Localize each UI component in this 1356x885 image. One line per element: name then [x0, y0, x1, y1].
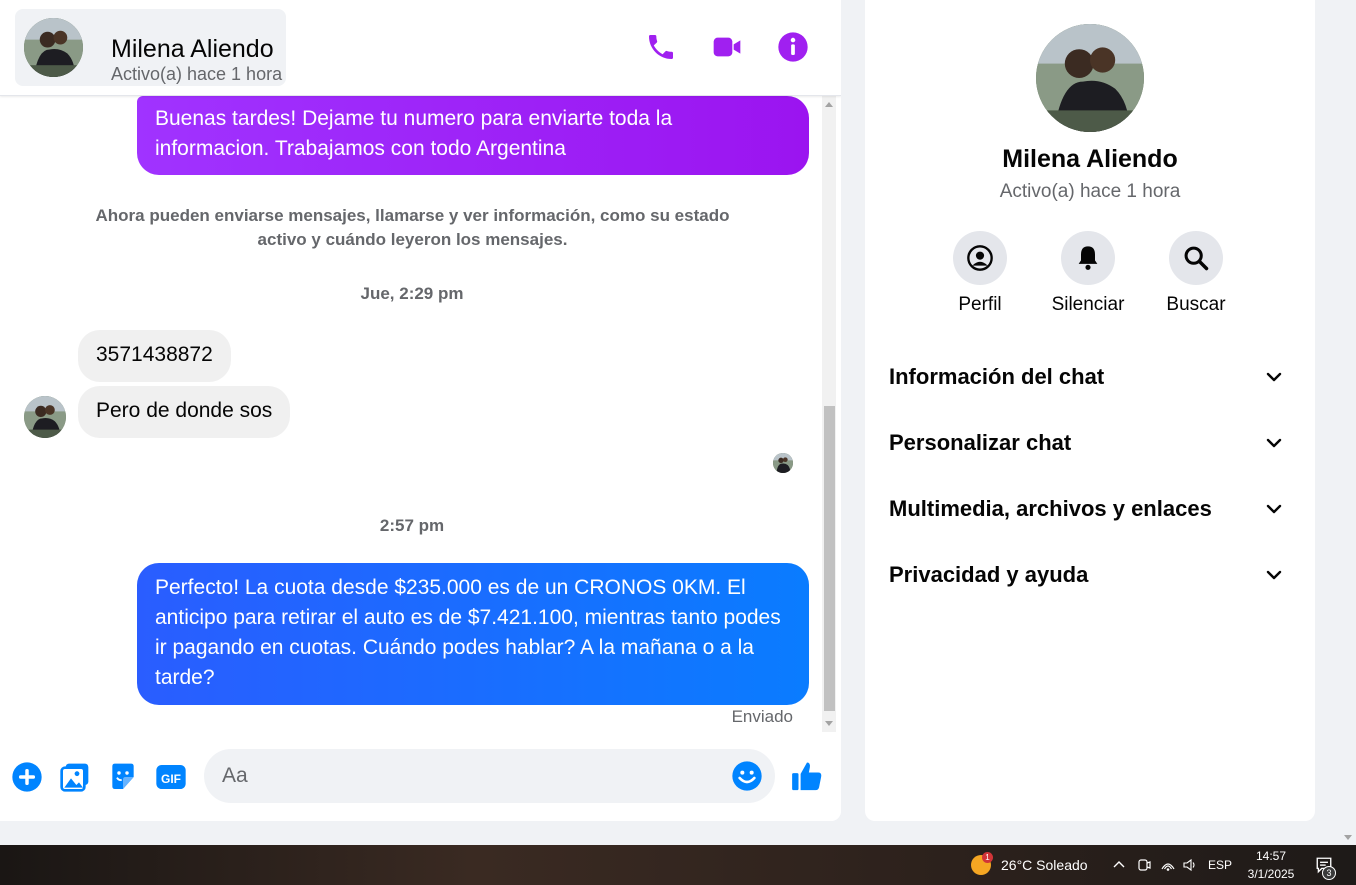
clock-time[interactable]: 14:57	[1240, 849, 1302, 863]
emoji-icon[interactable]	[731, 760, 763, 792]
chat-header: Milena Aliendo Activo(a) hace 1 hora	[0, 0, 841, 96]
sticker-icon[interactable]	[107, 761, 139, 793]
wifi-icon[interactable]	[1160, 857, 1176, 873]
profile-button-label: Perfil	[958, 294, 1002, 315]
message-input[interactable]	[222, 759, 722, 793]
outgoing-message[interactable]: Buenas tardes! Dejame tu numero para env…	[137, 96, 809, 175]
scroll-thumb[interactable]	[824, 406, 835, 711]
read-receipt-avatar	[773, 453, 793, 473]
message-input-wrapper	[204, 749, 775, 803]
clock-date[interactable]: 3/1/2025	[1240, 867, 1302, 881]
search-button-circle	[1169, 231, 1223, 285]
mute-button-circle	[1061, 231, 1115, 285]
search-icon	[1184, 246, 1209, 271]
profile-icon	[967, 245, 993, 271]
chevron-down-icon	[1266, 570, 1282, 580]
svg-text:GIF: GIF	[161, 772, 181, 786]
incoming-message[interactable]: Pero de donde sos	[78, 386, 291, 438]
windows-taskbar: 1 26°C Soleado ESP 14:57 3/1/2025 3	[0, 845, 1356, 885]
message-list[interactable]: Buenas tardes! Dejame tu numero para env…	[0, 96, 822, 733]
section-title: Multimedia, archivos y enlaces	[889, 496, 1212, 521]
section-title: Privacidad y ayuda	[889, 562, 1089, 587]
scroll-down-arrow[interactable]	[1344, 835, 1352, 840]
info-icon[interactable]	[777, 31, 809, 63]
profile-button-circle	[953, 231, 1007, 285]
volume-icon[interactable]	[1182, 857, 1198, 873]
profile-avatar[interactable]	[1036, 24, 1144, 132]
section-title: Personalizar chat	[889, 430, 1072, 455]
page-scrollbar[interactable]	[1339, 0, 1356, 845]
notification-count: 3	[1322, 866, 1336, 880]
sender-avatar[interactable]	[24, 396, 66, 438]
message-scrollbar[interactable]	[822, 96, 836, 732]
plus-icon[interactable]	[11, 761, 43, 793]
phone-icon[interactable]	[645, 31, 677, 63]
like-icon[interactable]	[790, 759, 824, 793]
contact-status: Activo(a) hace 1 hora	[111, 64, 283, 84]
bell-icon	[1078, 246, 1098, 270]
section-media-files-links[interactable]: Multimedia, archivos y enlaces	[875, 479, 1305, 539]
contact-name: Milena Aliendo	[111, 35, 274, 63]
incoming-message[interactable]: 3571438872	[78, 330, 231, 382]
avatar	[24, 18, 83, 77]
scroll-up-arrow[interactable]	[825, 102, 833, 107]
system-note: Ahora pueden enviarse mensajes, llamarse…	[95, 206, 730, 249]
weather-text[interactable]: 26°C Soleado	[1001, 857, 1088, 873]
contact-header-button[interactable]: Milena Aliendo Activo(a) hace 1 hora	[15, 9, 286, 86]
search-button-label: Buscar	[1166, 294, 1226, 315]
chevron-down-icon	[1266, 372, 1282, 382]
chat-panel: Milena Aliendo Activo(a) hace 1 hora Bue…	[0, 0, 841, 821]
meet-now-icon[interactable]	[1136, 857, 1152, 873]
conversation-info-panel: Milena Aliendo Activo(a) hace 1 hora Per…	[865, 0, 1315, 821]
section-chat-info[interactable]: Información del chat	[875, 347, 1305, 407]
language-indicator[interactable]: ESP	[1207, 858, 1233, 872]
sent-status: Enviado	[731, 707, 793, 726]
profile-name: Milena Aliendo	[1002, 145, 1178, 173]
mute-button-label: Silenciar	[1051, 294, 1125, 315]
outgoing-message[interactable]: Perfecto! La cuota desde $235.000 es de …	[137, 563, 809, 705]
timestamp: 2:57 pm	[379, 516, 445, 535]
timestamp: Jue, 2:29 pm	[360, 284, 464, 303]
gallery-icon[interactable]	[59, 761, 91, 793]
video-call-icon[interactable]	[711, 31, 743, 63]
chevron-up-icon[interactable]	[1111, 857, 1127, 873]
scroll-down-arrow[interactable]	[825, 721, 833, 726]
section-title: Información del chat	[889, 364, 1105, 389]
profile-button[interactable]: Perfil	[925, 231, 1035, 316]
composer: GIF	[0, 733, 841, 821]
chevron-down-icon	[1266, 438, 1282, 448]
gif-icon[interactable]: GIF	[155, 761, 187, 793]
profile-status: Activo(a) hace 1 hora	[999, 181, 1181, 202]
section-privacy-help[interactable]: Privacidad y ayuda	[875, 545, 1305, 605]
search-button[interactable]: Buscar	[1141, 231, 1251, 316]
section-customize-chat[interactable]: Personalizar chat	[875, 413, 1305, 473]
chevron-down-icon	[1266, 504, 1282, 514]
weather-badge: 1	[982, 852, 993, 863]
mute-button[interactable]: Silenciar	[1033, 231, 1143, 316]
